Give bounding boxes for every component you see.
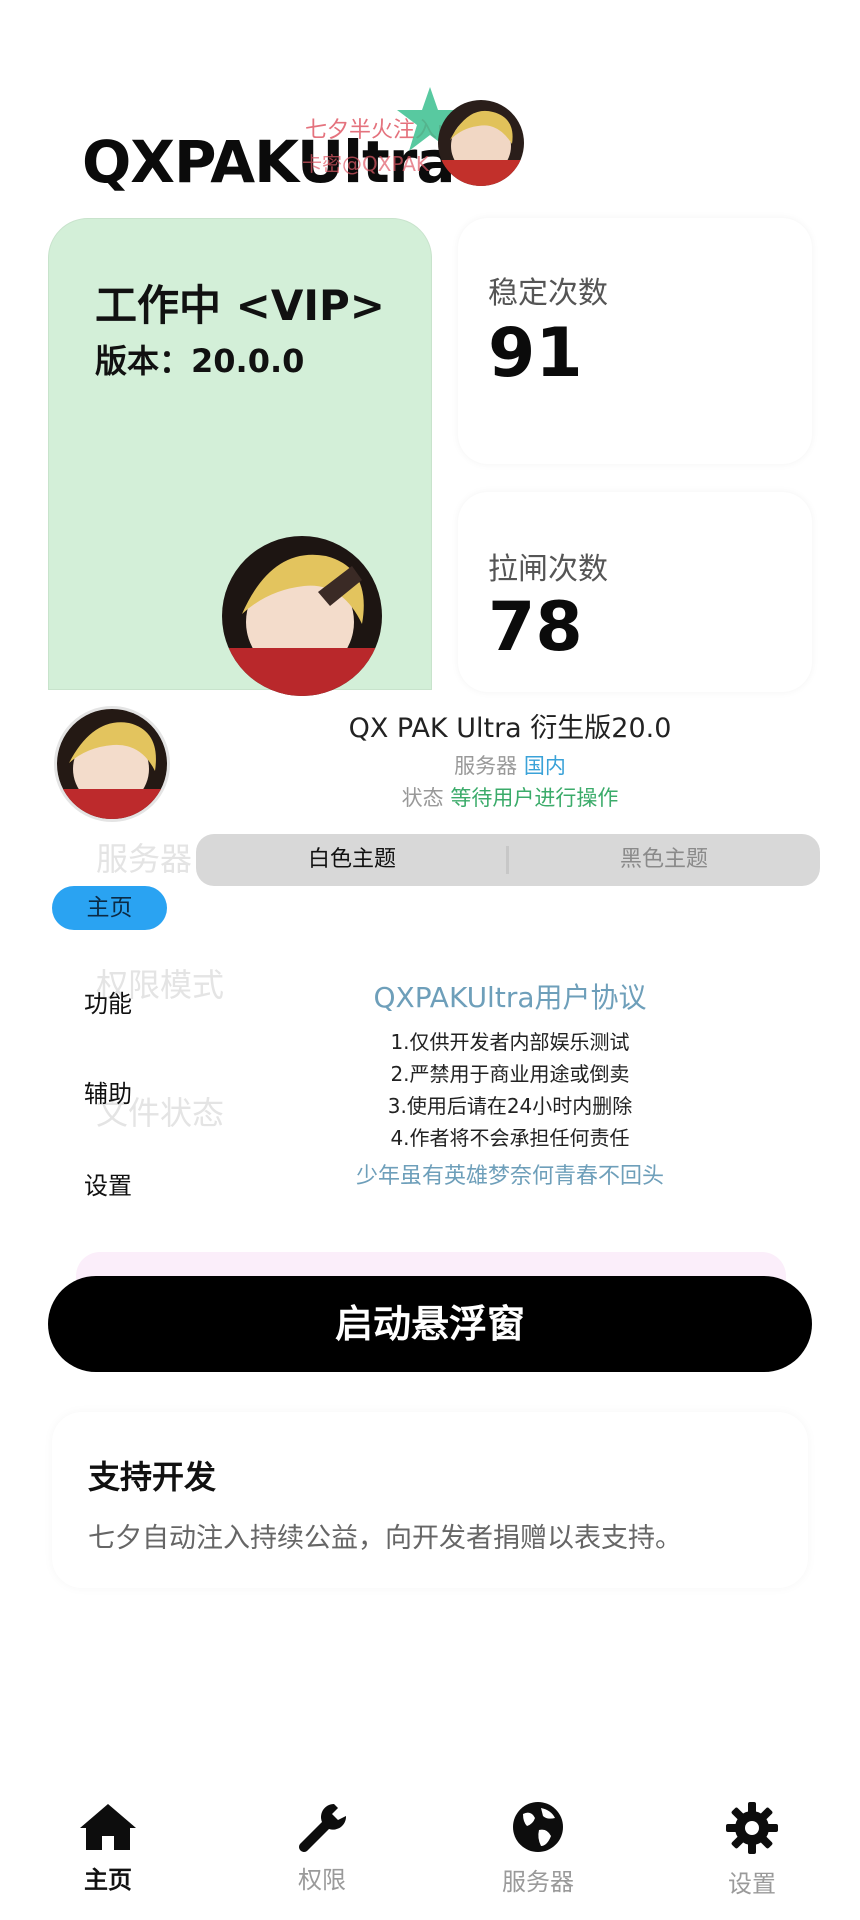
agreement-line: 2.严禁用于商业用途或倒卖 (390, 1062, 630, 1086)
version-name: QX PAK Ultra 衍生版20.0 (348, 713, 672, 744)
home-icon (80, 1804, 136, 1850)
nav-permission[interactable]: 权限 (252, 1800, 392, 1895)
header-avatar[interactable] (438, 100, 524, 186)
ghost-server-text: 服务器 (96, 840, 193, 878)
stable-count-card: 稳定次数 91 (458, 218, 812, 464)
state-line: 状态 等待用户进行操作 (280, 782, 740, 812)
gear-icon (726, 1802, 778, 1854)
globe-icon (513, 1802, 563, 1852)
support-card[interactable] (52, 1412, 808, 1588)
menu-item-assist[interactable]: 辅助 (84, 1074, 132, 1109)
agreement-line: 3.使用后请在24小时内删除 (387, 1094, 633, 1118)
avatar-image (57, 709, 167, 819)
avatar-image (438, 100, 524, 186)
menu-item-settings[interactable]: 设置 (84, 1166, 132, 1201)
nav-home[interactable]: 主页 (38, 1800, 178, 1895)
stable-count-value: 91 (488, 314, 583, 393)
support-title: 支持开发 (88, 1458, 217, 1496)
state-value: 等待用户进行操作 (450, 786, 619, 810)
agreement-line: 4.作者将不会承担任何责任 (390, 1126, 630, 1150)
menu-item-home[interactable]: 主页 (52, 886, 167, 930)
menu-item-function[interactable]: 功能 (84, 984, 132, 1019)
theme-switch: 白色主题 黑色主题 (196, 834, 820, 886)
server-value: 国内 (523, 754, 566, 778)
nav-server-label: 服务器 (502, 1868, 574, 1896)
black-theme-button[interactable]: 黑色主题 (508, 834, 820, 886)
avatar-image (222, 536, 382, 696)
status-card-avatar (222, 536, 382, 696)
server-line: 服务器 国内 (280, 750, 740, 780)
agreement-line: 1.仅供开发者内部娱乐测试 (390, 1030, 630, 1054)
status-title: 工作中 <VIP> (95, 281, 385, 330)
wrench-icon (299, 1804, 347, 1852)
white-theme-button[interactable]: 白色主题 (196, 834, 508, 886)
crash-count-value: 78 (488, 588, 583, 667)
state-label: 状态 (401, 786, 444, 810)
profile-avatar[interactable] (54, 706, 170, 822)
nav-settings-label: 设置 (728, 1870, 776, 1898)
slogan: 少年虽有英雄梦奈何青春不回头 (355, 1164, 664, 1189)
nav-permission-label: 权限 (298, 1866, 346, 1894)
crash-count-card: 拉闸次数 78 (458, 492, 812, 692)
status-version: 版本：20.0.0 (95, 342, 305, 380)
server-label: 服务器 (454, 754, 518, 778)
agreement-title[interactable]: QXPAKUltra用户协议 (280, 976, 740, 1016)
launch-floating-window-button[interactable]: 启动悬浮窗 (48, 1276, 812, 1372)
crash-count-label: 拉闸次数 (488, 552, 608, 587)
nav-server[interactable]: 服务器 (468, 1800, 608, 1897)
support-text: 七夕自动注入持续公益，向开发者捐赠以表支持。 (88, 1523, 682, 1554)
nav-home-label: 主页 (84, 1866, 132, 1894)
nav-settings[interactable]: 设置 (682, 1800, 822, 1899)
stable-count-label: 稳定次数 (488, 276, 608, 311)
